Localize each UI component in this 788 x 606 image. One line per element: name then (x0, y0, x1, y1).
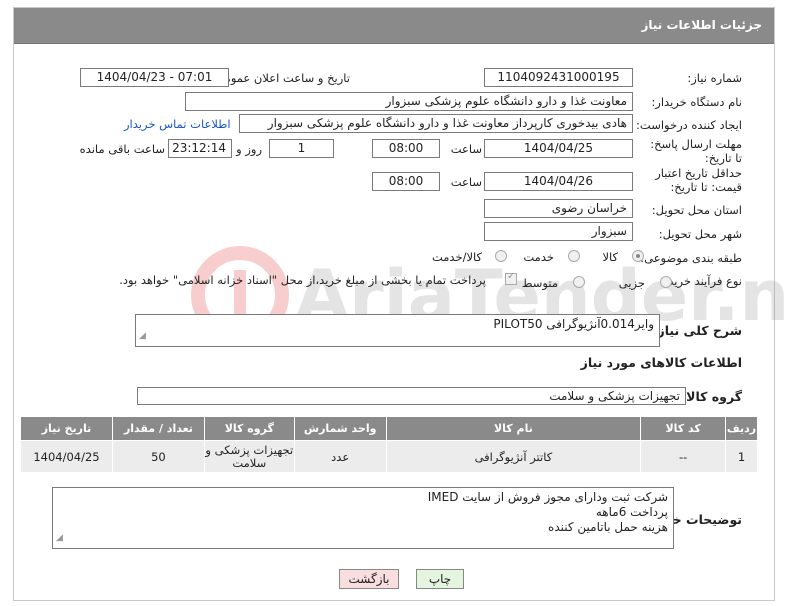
category-service-radio[interactable] (568, 250, 580, 262)
validity-date-field: 1404/04/26 (484, 172, 633, 191)
col-goods-group: گروه کالا (203, 416, 295, 441)
cell-unit: عدد (293, 440, 387, 473)
cell-goods-group: تجهیزات پزشکی و سلامت (203, 440, 295, 473)
description-label: شرح کلی نیاز: (652, 323, 742, 338)
table-row: 1 -- کاتتر آنژیوگرافی عدد تجهیزات پزشکی … (20, 440, 758, 473)
category-service-label: خدمت (523, 250, 554, 264)
table-header-row: ردیف کد کالا نام کالا واحد شمارش گروه کا… (20, 416, 758, 441)
process-type-label: نوع فرآیند خرید : (660, 274, 742, 288)
col-goods-code: کد کالا (640, 416, 727, 441)
category-both-label: کالا/خدمت (431, 250, 482, 264)
need-number-field: 1104092431000195 (484, 68, 633, 87)
buyer-notes-textarea[interactable]: شرکت ثبت ودارای مجوز فروش از سایت IMED پ… (52, 487, 674, 549)
city-field: سبزوار (484, 222, 633, 241)
reply-days-field: 1 (269, 139, 334, 158)
remaining-time-field: 23:12:14 (168, 139, 232, 158)
buyer-notes-line-3: هزینه حمل باتامین کننده (548, 520, 668, 534)
buyer-notes-line-2: پرداخت 6ماهه (595, 505, 668, 519)
city-label: شهر محل تحویل: (658, 227, 742, 241)
back-button[interactable]: بازگشت (339, 569, 399, 589)
day-and-label: روز و (236, 142, 262, 156)
col-row-no: ردیف (725, 416, 758, 441)
goods-table: ردیف کد کالا نام کالا واحد شمارش گروه کا… (20, 416, 758, 473)
buyer-org-field: معاونت غذا و دارو دانشگاه علوم پزشکی سبز… (185, 92, 633, 111)
cell-quantity: 50 (112, 440, 205, 473)
reply-hour-field: 08:00 (372, 139, 440, 158)
announce-datetime-field: 1404/04/23 - 07:01 (80, 68, 229, 87)
reply-deadline-label: مهلت ارسال پاسخ: تا تاریخ: (650, 137, 742, 165)
cell-goods-name: کاتتر آنژیوگرافی (385, 440, 642, 473)
cell-row-no: 1 (725, 440, 758, 473)
category-both-radio[interactable] (495, 250, 507, 262)
province-field: خراسان رضوی (484, 199, 633, 218)
description-text: وایر0.014آنژیوگرافی PILOT50 (493, 317, 654, 331)
requester-label: ایجاد کننده درخواست: (636, 118, 742, 132)
category-goods-label: کالا (602, 250, 618, 264)
print-button[interactable]: چاپ (416, 569, 464, 589)
validity-hour-field: 08:00 (372, 172, 440, 191)
category-goods-radio[interactable] (632, 250, 644, 262)
validity-hour-label: ساعت (450, 175, 482, 189)
panel-header: جزئیات اطلاعات نیاز (14, 8, 774, 44)
col-quantity: تعداد / مقدار (112, 416, 205, 441)
resize-handle-icon: ◢ (56, 533, 63, 543)
process-minor-radio[interactable] (660, 276, 672, 288)
process-medium-radio[interactable] (573, 276, 585, 288)
process-medium-label: متوسط (521, 276, 558, 290)
buyer-org-label: نام دستگاه خریدار: (651, 95, 742, 109)
payment-note: پرداخت تمام یا بخشی از مبلغ خرید،از محل … (119, 273, 486, 287)
announce-datetime-label: تاریخ و ساعت اعلان عمومی: (211, 71, 350, 85)
price-validity-label: حداقل تاریخ اعتبار قیمت: تا تاریخ: (655, 166, 742, 194)
reply-hour-label: ساعت (450, 142, 482, 156)
reply-date-field: 1404/04/25 (484, 139, 633, 158)
buyer-notes-line-1: شرکت ثبت ودارای مجوز فروش از سایت IMED (427, 490, 668, 504)
requester-field: هادی بیدخوری کارپرداز معاونت غذا و دارو … (239, 114, 633, 133)
col-need-date: تاریخ نیاز (20, 416, 113, 441)
buyer-contact-link[interactable]: اطلاعات تماس خریدار (124, 117, 231, 131)
province-label: استان محل تحویل: (651, 203, 742, 217)
description-textarea[interactable]: وایر0.014آنژیوگرافی PILOT50 ◢ (135, 314, 660, 347)
treasury-payment-checkbox[interactable] (505, 271, 517, 285)
category-label: طبقه بندی موضوعی: (640, 251, 742, 265)
need-number-label: شماره نیاز: (687, 71, 742, 85)
goods-info-heading: اطلاعات کالاهای مورد نیاز (580, 355, 742, 370)
remaining-label: ساعت باقی مانده (79, 142, 165, 156)
panel-title: جزئیات اطلاعات نیاز (641, 18, 762, 32)
resize-handle-icon: ◢ (139, 331, 146, 341)
col-goods-name: نام کالا (385, 416, 642, 441)
col-unit: واحد شمارش (293, 416, 387, 441)
process-minor-label: جزیی (618, 276, 645, 290)
cell-need-date: 1404/04/25 (20, 440, 113, 473)
goods-group-label: گروه کالا: (681, 389, 742, 404)
goods-group-field: تجهیزات پزشکی و سلامت (137, 387, 686, 405)
cell-goods-code: -- (640, 440, 727, 473)
